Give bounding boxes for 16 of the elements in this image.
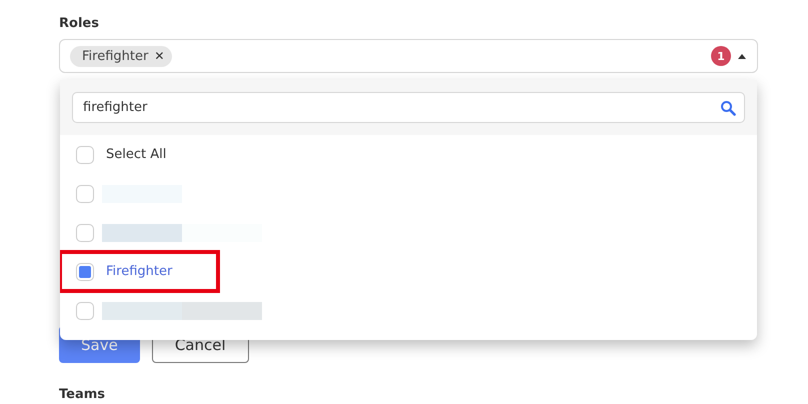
option-label[interactable]: Select All (102, 144, 170, 165)
remove-icon[interactable]: ✕ (154, 49, 164, 63)
search-icon[interactable] (720, 100, 736, 116)
checkbox[interactable] (76, 224, 94, 242)
roles-select[interactable]: Firefighter ✕ 1 (59, 39, 758, 73)
checkbox[interactable] (76, 262, 94, 280)
option-label[interactable]: Firefighter (102, 261, 176, 282)
search-field[interactable]: firefighter (72, 92, 745, 123)
field-label: Roles (59, 16, 100, 31)
checkbox[interactable] (76, 184, 94, 202)
caret-icon[interactable] (737, 53, 747, 59)
count-badge: 1 (711, 46, 731, 66)
field-label: Teams (59, 387, 106, 402)
checkbox[interactable] (76, 146, 94, 164)
chip-label: Firefighter (82, 48, 148, 64)
checkbox[interactable] (76, 302, 94, 320)
